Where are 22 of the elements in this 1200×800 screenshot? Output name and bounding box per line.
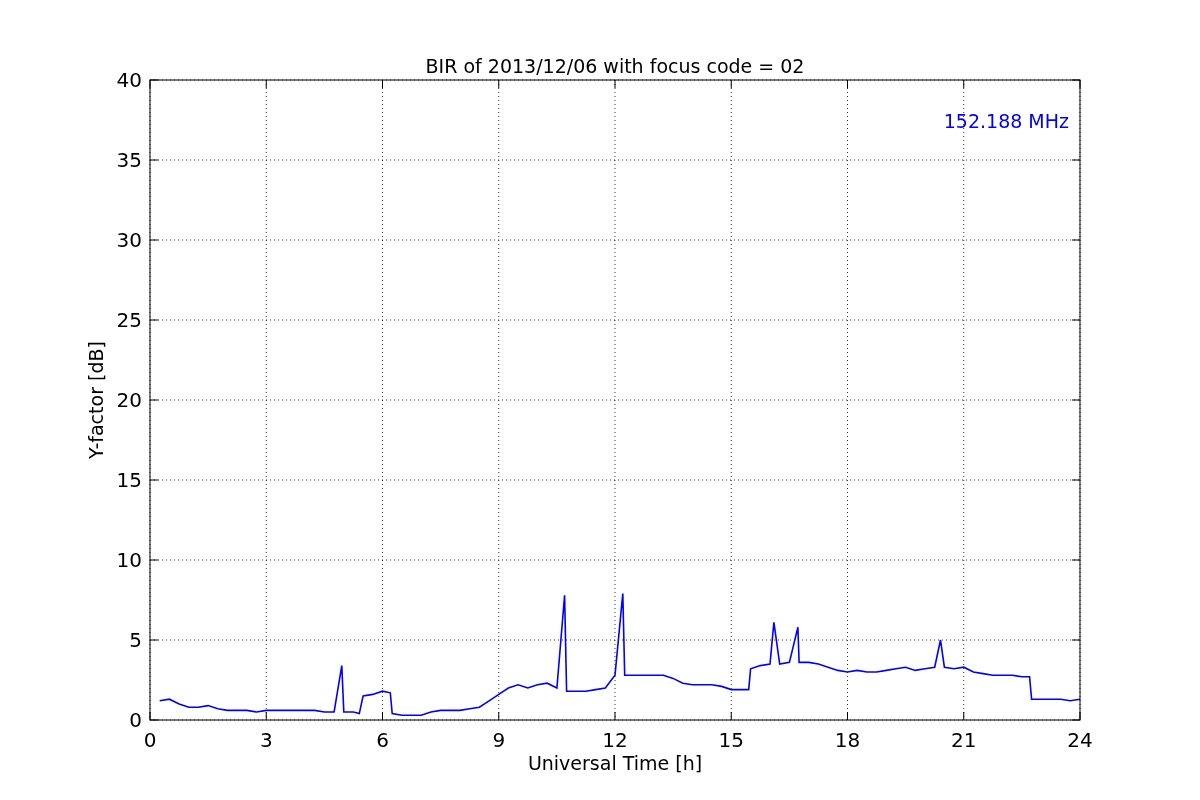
y-tick-label: 40 — [116, 68, 142, 92]
x-tick-label: 3 — [259, 728, 273, 752]
y-tick-label: 0 — [129, 708, 142, 732]
y-axis-label: Y-factor [dB] — [85, 341, 107, 459]
x-tick-label: 24 — [1067, 728, 1093, 752]
x-tick-label: 15 — [718, 728, 744, 752]
y-tick-label: 10 — [116, 548, 142, 572]
y-tick-label: 5 — [129, 628, 142, 652]
chart-title: BIR of 2013/12/06 with focus code = 02 — [425, 55, 805, 77]
x-tick-label: 12 — [602, 728, 628, 752]
y-tick-label: 35 — [116, 148, 142, 172]
x-axis-label: Universal Time [h] — [527, 752, 703, 774]
x-tick-label: 6 — [376, 728, 389, 752]
y-tick-label: 20 — [116, 388, 142, 412]
x-tick-label: 0 — [143, 728, 157, 752]
frequency-label: 152.188 MHz — [943, 110, 1069, 132]
y-tick-label: 25 — [116, 308, 142, 332]
x-tick-label: 18 — [834, 728, 861, 752]
x-tick-label: 9 — [492, 728, 506, 752]
y-tick-label: 15 — [116, 468, 142, 492]
y-tick-label: 30 — [116, 228, 142, 252]
x-tick-label: 21 — [951, 728, 977, 752]
